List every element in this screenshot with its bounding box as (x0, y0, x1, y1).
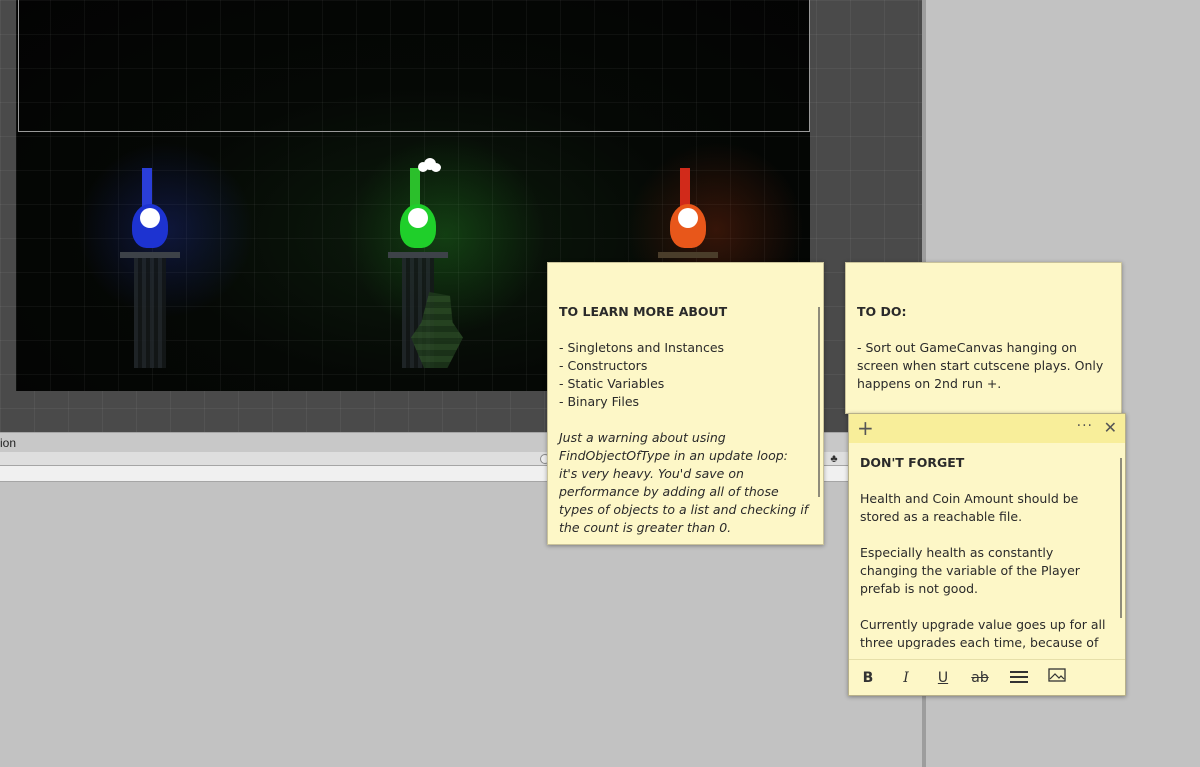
sticky-note-dont-forget[interactable]: + ··· ✕ DON'T FORGET Health and Coin Amo… (848, 413, 1126, 696)
format-toolbar: B I U ab (849, 659, 1125, 695)
note-text: - Sort out GameCanvas hanging on screen … (857, 340, 1104, 391)
torch-plate (658, 252, 718, 258)
note-line: - Constructors (559, 358, 648, 373)
close-icon[interactable]: ✕ (1104, 418, 1117, 437)
note-scrollbar[interactable] (818, 307, 820, 497)
camera-bounds-frame (18, 0, 810, 132)
light-gizmo-icon[interactable] (140, 208, 160, 228)
sticky-note-learn[interactable]: TO LEARN MORE ABOUT - Singletons and Ins… (547, 262, 824, 545)
italic-button[interactable]: I (895, 668, 917, 688)
flame-tip (680, 168, 690, 208)
note-paragraph: Especially health as constantly changing… (860, 545, 1080, 596)
strikethrough-button[interactable]: ab (969, 668, 991, 688)
note-title: DON'T FORGET (860, 455, 965, 470)
note-title: TO LEARN MORE ABOUT (559, 304, 728, 319)
note-content[interactable]: TO DO: - Sort out GameCanvas hanging on … (857, 303, 1107, 393)
torch-pillar (134, 258, 166, 368)
note-header[interactable]: + ··· ✕ (849, 414, 1125, 443)
note-line: - Static Variables (559, 376, 665, 391)
underline-button[interactable]: U (932, 668, 954, 688)
panel-tab-label[interactable]: ion (0, 436, 16, 450)
light-gizmo-icon[interactable] (408, 208, 428, 228)
note-title: TO DO: (857, 304, 907, 319)
flame-tip (142, 168, 152, 208)
bullet-list-icon[interactable] (1008, 668, 1030, 688)
sticky-note-todo[interactable]: TO DO: - Sort out GameCanvas hanging on … (845, 262, 1122, 414)
ellipsis-icon[interactable]: ··· (1077, 418, 1093, 434)
plus-icon[interactable]: + (857, 418, 874, 438)
flame-tip (410, 168, 420, 208)
note-line: - Binary Files (559, 394, 640, 409)
note-content[interactable]: DON'T FORGET Health and Coin Amount shou… (860, 454, 1111, 649)
light-gizmo-icon[interactable] (678, 208, 698, 228)
note-paragraph: Health and Coin Amount should be stored … (860, 491, 1079, 524)
note-scrollbar[interactable] (1120, 458, 1122, 618)
note-italic-text: Just a warning about using FindObjectOfT… (559, 430, 809, 535)
blue-torch[interactable] (120, 168, 180, 391)
image-icon[interactable] (1046, 668, 1068, 688)
note-line: - Singletons and Instances (559, 340, 725, 355)
layers-icon[interactable]: ♣ (826, 452, 842, 466)
note-content[interactable]: TO LEARN MORE ABOUT - Singletons and Ins… (559, 303, 809, 537)
note-paragraph: Currently upgrade value goes up for all … (860, 617, 1106, 649)
camera-gizmo-icon[interactable] (418, 158, 442, 174)
bold-button[interactable]: B (857, 668, 879, 688)
